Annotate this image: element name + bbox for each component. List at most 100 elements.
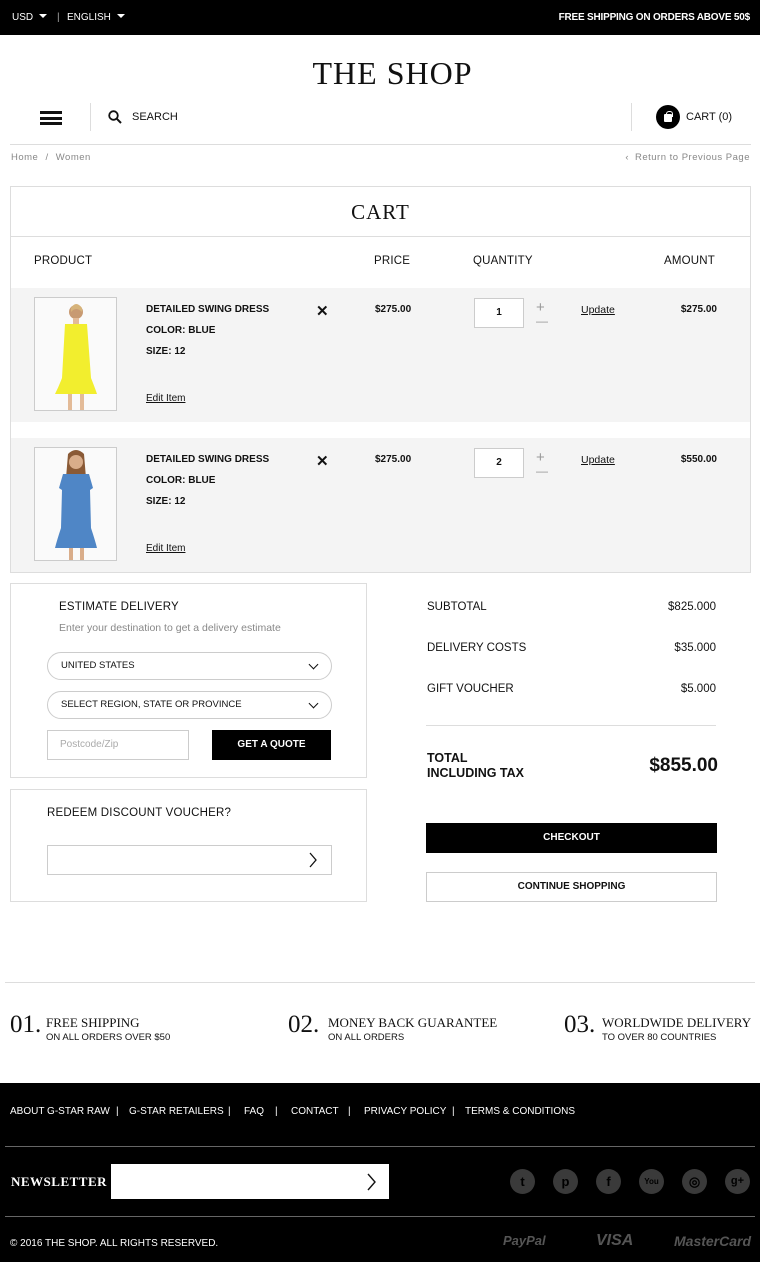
postcode-input[interactable]: Postcode/Zip [47, 730, 189, 760]
item-price: $275.00 [375, 454, 412, 465]
col-price: PRICE [374, 255, 411, 267]
divider [5, 982, 755, 983]
total-label: TOTAL INCLUDING TAX [427, 751, 524, 781]
feature-title: FREE SHIPPING [46, 1015, 140, 1030]
footer-link[interactable]: FAQ [244, 1106, 264, 1117]
back-link-label: Return to Previous Page [634, 152, 750, 163]
divider [11, 236, 750, 237]
country-select[interactable]: UNITED STATES [47, 652, 332, 680]
chevron-right-icon[interactable] [366, 1173, 377, 1191]
feature-number: 03. [564, 1011, 596, 1038]
voucher-input[interactable] [47, 845, 332, 875]
item-price: $275.00 [375, 304, 412, 315]
footer-sep: | [275, 1106, 278, 1117]
total-label-line1: TOTAL [427, 751, 468, 765]
divider [5, 1146, 755, 1147]
chevron-left-icon: ‹ [625, 152, 629, 163]
col-amount: AMOUNT [664, 255, 716, 267]
feature-subtitle: TO OVER 80 COUNTRIES [602, 1032, 717, 1043]
youtube-icon[interactable]: You [639, 1169, 664, 1194]
product-name[interactable]: DETAILED SWING DRESS [146, 454, 269, 465]
chevron-right-icon[interactable] [308, 852, 318, 868]
product-size: SIZE: 12 [146, 496, 186, 507]
voucher-value: $5.000 [680, 683, 716, 695]
copyright: © 2016 THE SHOP. ALL RIGHTS RESERVED. [10, 1238, 219, 1249]
estimate-delivery-subtitle: Enter your destination to get a delivery… [59, 622, 281, 634]
divider [426, 725, 716, 726]
footer-link[interactable]: TERMS & CONDITIONS [465, 1106, 575, 1117]
update-link[interactable]: Update [581, 454, 615, 466]
footer: ABOUT G-STAR RAW | G-STAR RETAILERS | FA… [0, 1083, 760, 1262]
footer-link[interactable]: G-STAR RETAILERS [129, 1106, 224, 1117]
menu-icon[interactable] [40, 111, 62, 125]
region-select[interactable]: SELECT REGION, STATE OR PROVINCE [47, 691, 332, 719]
currency-select[interactable]: USD [12, 12, 48, 23]
footer-link[interactable]: ABOUT G-STAR RAW [10, 1106, 110, 1117]
product-color: COLOR: BLUE [146, 325, 216, 336]
divider [90, 103, 91, 131]
quantity-input[interactable]: 1 [474, 298, 524, 328]
product-name[interactable]: DETAILED SWING DRESS [146, 304, 269, 315]
voucher-label: GIFT VOUCHER [427, 683, 514, 695]
col-quantity: QUANTITY [473, 255, 533, 267]
delivery-label: DELIVERY COSTS [427, 642, 527, 654]
google-plus-icon[interactable]: g+ [725, 1169, 750, 1194]
continue-shopping-button[interactable]: CONTINUE SHOPPING [426, 872, 717, 902]
visa-logo: VISA [596, 1232, 634, 1249]
product-size: SIZE: 12 [146, 346, 186, 357]
footer-link[interactable]: PRIVACY POLICY [364, 1106, 446, 1117]
breadcrumb-current[interactable]: Women [56, 152, 91, 163]
footer-sep: | [116, 1106, 119, 1117]
breadcrumb-home[interactable]: Home [11, 152, 38, 163]
footer-sep: | [452, 1106, 455, 1117]
remove-icon[interactable]: ✕ [316, 302, 329, 320]
remove-icon[interactable]: ✕ [316, 452, 329, 470]
footer-link[interactable]: CONTACT [291, 1106, 339, 1117]
quantity-input[interactable]: 2 [474, 448, 524, 478]
cart-title: CART [351, 200, 410, 224]
breadcrumb-sep: / [45, 152, 49, 163]
newsletter-input[interactable] [111, 1164, 389, 1199]
update-link[interactable]: Update [581, 304, 615, 316]
pinterest-icon[interactable]: p [553, 1169, 578, 1194]
feature-number: 01. [10, 1011, 42, 1038]
plus-icon[interactable]: + [536, 450, 545, 465]
edit-item-link[interactable]: Edit Item [146, 393, 185, 404]
subtotal-label: SUBTOTAL [427, 601, 487, 613]
item-amount: $275.00 [680, 304, 717, 315]
search-input[interactable]: SEARCH [132, 111, 178, 123]
back-link[interactable]: ‹ Return to Previous Page [625, 152, 750, 163]
get-quote-button[interactable]: GET A QUOTE [212, 730, 331, 760]
product-color: COLOR: BLUE [146, 475, 216, 486]
search-icon[interactable] [108, 110, 122, 124]
language-select[interactable]: ENGLISH [67, 12, 125, 23]
delivery-value: $35.000 [674, 642, 716, 654]
site-logo[interactable]: THE SHOP [0, 55, 760, 92]
chevron-down-icon [308, 698, 319, 709]
edit-item-link[interactable]: Edit Item [146, 543, 185, 554]
minus-icon[interactable]: — [536, 464, 548, 479]
plus-icon[interactable]: + [536, 300, 545, 315]
newsletter-label: NEWSLETTER [11, 1174, 108, 1189]
voucher-title: REDEEM DISCOUNT VOUCHER? [47, 807, 232, 819]
minus-icon[interactable]: — [536, 314, 548, 329]
total-value: $855.00 [649, 755, 718, 776]
cart-link[interactable]: CART (0) [686, 111, 732, 123]
feature-subtitle: ON ALL ORDERS [328, 1032, 405, 1043]
top-bar: USD | ENGLISH FREE SHIPPING ON ORDERS AB… [0, 0, 760, 35]
divider [10, 144, 751, 145]
col-product: PRODUCT [34, 255, 93, 267]
feature-subtitle: ON ALL ORDERS OVER $50 [46, 1032, 171, 1043]
product-image[interactable] [34, 297, 117, 411]
shopping-bag-icon[interactable] [656, 105, 680, 129]
country-value: UNITED STATES [61, 660, 135, 671]
feature-title: WORLDWIDE DELIVERY [602, 1015, 752, 1030]
product-image[interactable] [34, 447, 117, 561]
language-label: ENGLISH [67, 12, 111, 23]
facebook-icon[interactable]: f [596, 1169, 621, 1194]
currency-label: USD [12, 12, 34, 23]
twitter-icon[interactable]: t [510, 1169, 535, 1194]
checkout-button[interactable]: CHECKOUT [426, 823, 717, 853]
instagram-icon[interactable]: ◎ [682, 1169, 707, 1194]
topbar-separator: | [57, 12, 60, 23]
